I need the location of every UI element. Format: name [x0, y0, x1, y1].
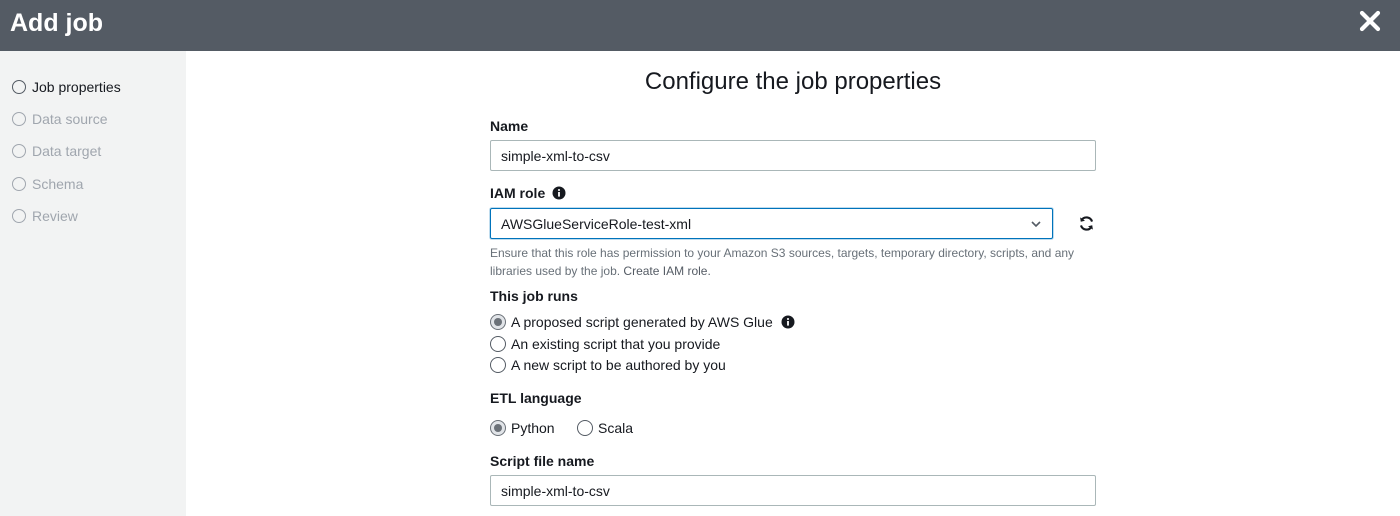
refresh-roles-button[interactable] [1078, 215, 1095, 232]
job-runs-option-new[interactable]: A new script to be authored by you [490, 356, 726, 374]
iam-role-selected-value: AWSGlueServiceRole-test-xml [501, 216, 692, 232]
radio-label: An existing script that you provide [511, 336, 721, 352]
step-indicator-icon [12, 80, 26, 94]
script-file-name-label: Script file name [490, 453, 595, 469]
step-label: Data target [32, 143, 102, 159]
create-iam-role-link[interactable]: Create IAM role. [623, 264, 710, 278]
step-review[interactable]: Review [12, 207, 78, 225]
job-runs-label: This job runs [490, 288, 578, 304]
etl-language-option-scala[interactable]: Scala [577, 419, 633, 437]
radio-label: Scala [598, 420, 634, 436]
step-label: Data source [32, 111, 108, 127]
radio-label: A proposed script generated by AWS Glue [511, 314, 773, 330]
step-data-target[interactable]: Data target [12, 142, 101, 160]
step-indicator-icon [12, 209, 26, 223]
name-input[interactable] [490, 140, 1096, 171]
name-label: Name [490, 118, 529, 134]
step-label: Schema [32, 176, 84, 192]
step-label: Review [32, 208, 78, 224]
step-indicator-icon [12, 177, 26, 191]
dialog-title: Add job [10, 9, 104, 37]
iam-role-help-text: Ensure that this role has permission to … [490, 244, 1090, 280]
etl-language-option-python[interactable]: Python [490, 419, 555, 437]
step-schema[interactable]: Schema [12, 175, 83, 193]
step-label: Job properties [32, 79, 121, 95]
step-indicator-icon [12, 144, 26, 158]
page-title: Configure the job properties [644, 68, 942, 95]
iam-role-label: IAM role [490, 185, 546, 201]
radio-label: A new script to be authored by you [511, 357, 726, 373]
dialog-header: Add job [0, 0, 1400, 51]
step-indicator-icon [12, 112, 26, 126]
step-job-properties[interactable]: Job properties [12, 78, 121, 96]
script-file-name-input[interactable] [490, 475, 1096, 506]
etl-language-label: ETL language [490, 390, 582, 406]
radio-button[interactable] [490, 420, 506, 436]
radio-label: Python [511, 420, 555, 436]
radio-button[interactable] [490, 314, 506, 330]
iam-role-help-description: Ensure that this role has permission to … [490, 246, 1075, 278]
info-icon[interactable] [781, 315, 795, 329]
close-icon [1359, 10, 1381, 32]
radio-button[interactable] [490, 336, 506, 352]
refresh-icon [1079, 216, 1094, 231]
radio-button[interactable] [577, 420, 593, 436]
iam-role-select[interactable]: AWSGlueServiceRole-test-xml [490, 208, 1053, 239]
info-icon[interactable] [552, 186, 566, 200]
radio-button[interactable] [490, 357, 506, 373]
chevron-down-icon [1031, 221, 1041, 228]
step-data-source[interactable]: Data source [12, 110, 107, 128]
iam-role-label-row: IAM role [490, 185, 566, 201]
close-button[interactable] [1358, 9, 1382, 33]
job-runs-option-existing[interactable]: An existing script that you provide [490, 335, 720, 353]
job-runs-option-proposed[interactable]: A proposed script generated by AWS Glue [490, 313, 795, 331]
